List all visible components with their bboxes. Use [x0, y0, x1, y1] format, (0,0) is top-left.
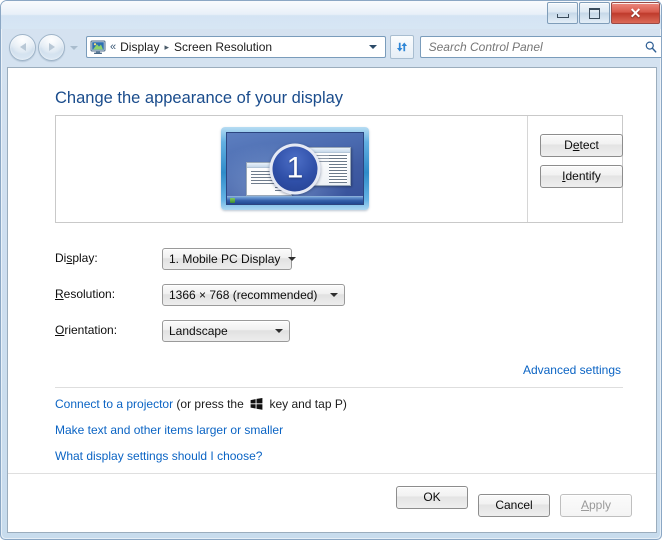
- breadcrumb-item-display[interactable]: Display: [120, 40, 159, 54]
- minimize-icon: [556, 13, 569, 18]
- ok-button-label-pre: OK: [423, 490, 441, 504]
- forward-button[interactable]: [38, 33, 65, 61]
- refresh-icon: [396, 42, 407, 52]
- link-row-projector: Connect to a projector (or press the key…: [55, 397, 347, 411]
- display-field-label: Display:: [55, 251, 98, 265]
- orientation-label-post: rientation:: [64, 323, 118, 337]
- connect-to-projector-link[interactable]: Connect to a projector: [55, 397, 173, 411]
- identify-button-label-post: dentify: [565, 169, 601, 183]
- apply-button-accelerator: A: [580, 498, 589, 512]
- display-select[interactable]: 1. Mobile PC Display: [162, 248, 297, 270]
- display-preview-panel: 1 Detect Identify: [55, 115, 623, 223]
- advanced-settings-link[interactable]: Advanced settings: [523, 363, 621, 377]
- orientation-label-accelerator: O: [55, 323, 65, 337]
- resolution-label-accelerator: R: [55, 287, 64, 301]
- apply-button-label-post: pply: [589, 498, 612, 512]
- back-arrow-icon: [19, 43, 26, 51]
- cancel-button[interactable]: Cancel: [478, 494, 550, 517]
- content-pane: Change the appearance of your display 1 …: [7, 67, 657, 533]
- detect-button-accelerator: e: [572, 138, 580, 152]
- recent-pages-chevron-down-icon[interactable]: [70, 46, 78, 50]
- panel-divider: [527, 116, 528, 222]
- display-label-post: play:: [72, 251, 98, 265]
- orientation-field-label: Orientation:: [55, 323, 117, 337]
- display-label-pre: Di: [55, 251, 67, 265]
- help-links-list: Connect to a projector (or press the key…: [55, 397, 347, 475]
- display-monitor-icon: [90, 39, 106, 55]
- projector-tail-before: (or press the: [173, 397, 248, 411]
- resolution-select-chevron-down-icon: [330, 293, 338, 297]
- projector-tail-after: key and tap P): [266, 397, 347, 411]
- dialog-button-row: OK Cancel Apply: [396, 486, 632, 517]
- link-row-help: What display settings should I choose?: [55, 449, 347, 463]
- detect-button-label-post: tect: [579, 138, 599, 152]
- nav-arrow-group: [9, 33, 78, 61]
- display-select-value: 1. Mobile PC Display: [169, 252, 281, 266]
- address-bar[interactable]: « Display ▸ Screen Resolution: [86, 36, 387, 58]
- title-bar: ✕: [1, 1, 661, 29]
- apply-button: Apply: [560, 494, 632, 517]
- detect-button[interactable]: Detect: [540, 134, 623, 157]
- detect-button-label-pre: D: [564, 138, 573, 152]
- footer-divider: [8, 473, 656, 474]
- close-icon: ✕: [629, 5, 642, 21]
- breadcrumb-overflow-chevrons[interactable]: «: [110, 41, 116, 53]
- resolution-select[interactable]: 1366 × 768 (recommended): [162, 284, 345, 306]
- thumbnail-panel-right: [329, 155, 347, 183]
- what-display-settings-link[interactable]: What display settings should I choose?: [55, 449, 262, 463]
- maximize-icon: [589, 7, 600, 19]
- identify-button[interactable]: Identify: [540, 165, 623, 188]
- resolution-label-post: esolution:: [63, 287, 116, 301]
- thumbnail-start-icon: [230, 198, 235, 203]
- cancel-button-label-pre: Cancel: [495, 498, 533, 512]
- orientation-select-chevron-down-icon: [275, 329, 283, 333]
- close-button[interactable]: ✕: [611, 2, 660, 24]
- search-box[interactable]: Search Control Panel: [419, 36, 661, 58]
- resolution-field-label: Resolution:: [55, 287, 115, 301]
- caption-button-group: ✕: [547, 2, 660, 24]
- monitor-preview[interactable]: 1: [221, 127, 369, 210]
- make-text-larger-link[interactable]: Make text and other items larger or smal…: [55, 423, 283, 437]
- minimize-button[interactable]: [547, 2, 578, 24]
- thumbnail-taskbar: [227, 196, 363, 204]
- page-title: Change the appearance of your display: [55, 89, 344, 107]
- content-divider: [55, 387, 623, 388]
- back-button[interactable]: [9, 33, 36, 61]
- refresh-button[interactable]: [390, 35, 414, 59]
- link-row-text-size: Make text and other items larger or smal…: [55, 423, 347, 437]
- orientation-select-value: Landscape: [169, 324, 228, 338]
- navigation-bar: « Display ▸ Screen Resolution Search Con…: [1, 29, 661, 65]
- screen-resolution-window: ✕ « Display ▸ Screen Resolution Search C…: [0, 0, 662, 540]
- search-input[interactable]: Search Control Panel: [429, 40, 644, 54]
- breadcrumb-separator-icon[interactable]: ▸: [164, 42, 169, 53]
- display-select-chevron-down-icon: [288, 257, 297, 261]
- search-icon: [645, 41, 657, 53]
- orientation-select[interactable]: Landscape: [162, 320, 290, 342]
- address-bar-chevron-down-icon[interactable]: [369, 45, 378, 49]
- monitor-screen: 1: [226, 132, 364, 205]
- resolution-select-value: 1366 × 768 (recommended): [169, 288, 318, 302]
- display-number-badge: 1: [269, 143, 321, 194]
- preview-action-buttons: Detect Identify: [540, 134, 623, 188]
- forward-arrow-icon: [48, 43, 55, 51]
- breadcrumb-item-screen-resolution[interactable]: Screen Resolution: [174, 40, 272, 54]
- maximize-button[interactable]: [579, 2, 610, 24]
- windows-key-icon: [250, 398, 263, 410]
- ok-button[interactable]: OK: [396, 486, 468, 509]
